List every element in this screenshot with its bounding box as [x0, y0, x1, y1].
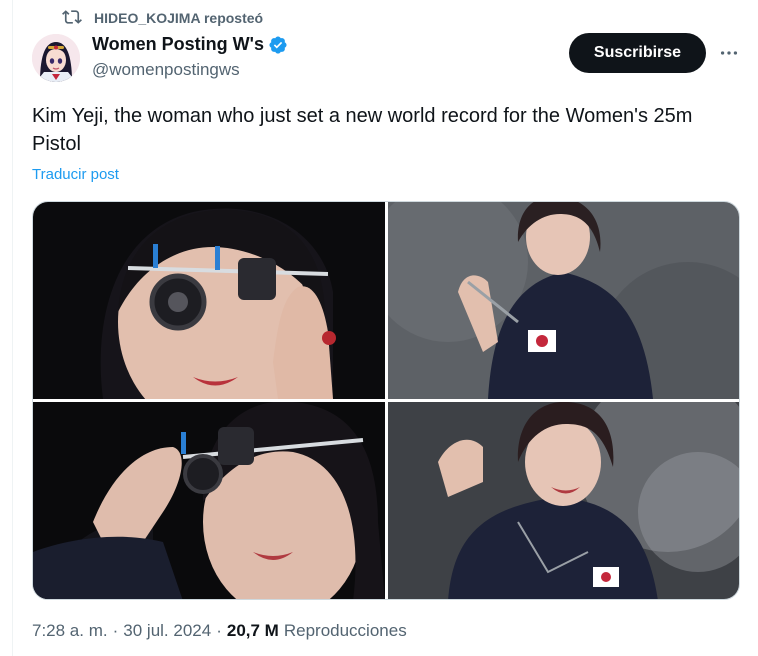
author-display-name[interactable]: Women Posting W's: [92, 34, 264, 55]
retweet-icon: [62, 7, 82, 30]
media-grid: [32, 201, 740, 600]
views-label: Reproducciones: [283, 621, 407, 640]
meta-separator: ·: [112, 621, 119, 640]
subscribe-button[interactable]: Suscribirse: [569, 33, 706, 73]
repost-indicator[interactable]: HIDEO_KOJIMA reposteó: [62, 8, 263, 28]
views-count: 20,7 M: [226, 621, 279, 640]
repost-text: HIDEO_KOJIMA reposteó: [94, 10, 264, 26]
more-icon: [720, 51, 738, 55]
tweet-text: Kim Yeji, the woman who just set a new w…: [32, 105, 693, 155]
tweet-photo-4[interactable]: [388, 402, 739, 599]
avatar[interactable]: [32, 34, 80, 82]
meta-separator: ·: [216, 621, 222, 640]
tweet-photo-1[interactable]: [33, 202, 385, 399]
author-handle[interactable]: @womenpostingws: [92, 60, 240, 80]
translate-post-link[interactable]: Traducir post: [32, 166, 119, 183]
tweet-photo-2[interactable]: [388, 202, 739, 399]
thread-divider: [12, 0, 13, 656]
tweet-date[interactable]: 30 jul. 2024: [123, 621, 211, 641]
more-options-button[interactable]: [716, 40, 742, 66]
verified-badge-icon: [269, 35, 287, 54]
tweet-photo-3[interactable]: [33, 402, 385, 599]
tweet-time[interactable]: 7:28 a. m.: [32, 621, 108, 641]
tweet-meta: 7:28 a. m. · 30 jul. 2024 · 20,7 M Repro…: [32, 621, 407, 641]
author-name-row[interactable]: Women Posting W's: [92, 34, 288, 55]
